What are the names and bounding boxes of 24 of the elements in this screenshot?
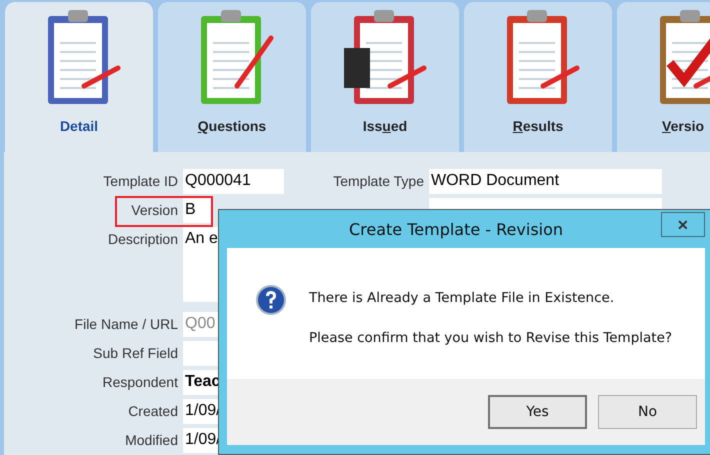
field-label: Created [127,402,179,421]
question-icon [255,284,287,316]
field-label: Version [130,201,179,220]
tab[interactable]: Questions [158,2,306,152]
field-label: Sub Ref Field [92,344,179,363]
field-label: Template ID [102,172,179,191]
dialog-title: Create Template - Revision [348,220,564,238]
field-label: Modified [124,431,179,450]
input-field[interactable]: Q000041 [183,169,284,194]
dialog-button[interactable]: Yes [488,395,587,429]
field-label: File Name / URL [74,315,179,334]
field-label: Respondent [101,373,179,392]
field-label: Description [106,230,179,249]
dialog-message: Please confirm that you wish to Revise this Template? [309,330,672,348]
tab[interactable]: Results [464,2,612,152]
input-field[interactable]: WORD Document [429,169,662,194]
tab[interactable]: Detail [5,2,153,152]
tab[interactable]: Issued [311,2,459,152]
close-button[interactable]: ✕ [661,212,705,237]
tab[interactable]: Versio [617,2,710,152]
input-field[interactable]: B [183,198,213,223]
dialog-message: There is Already a Template File in Existence. [309,290,616,308]
field-label: Template Type [332,172,425,191]
dialog-button[interactable]: No [598,395,697,429]
